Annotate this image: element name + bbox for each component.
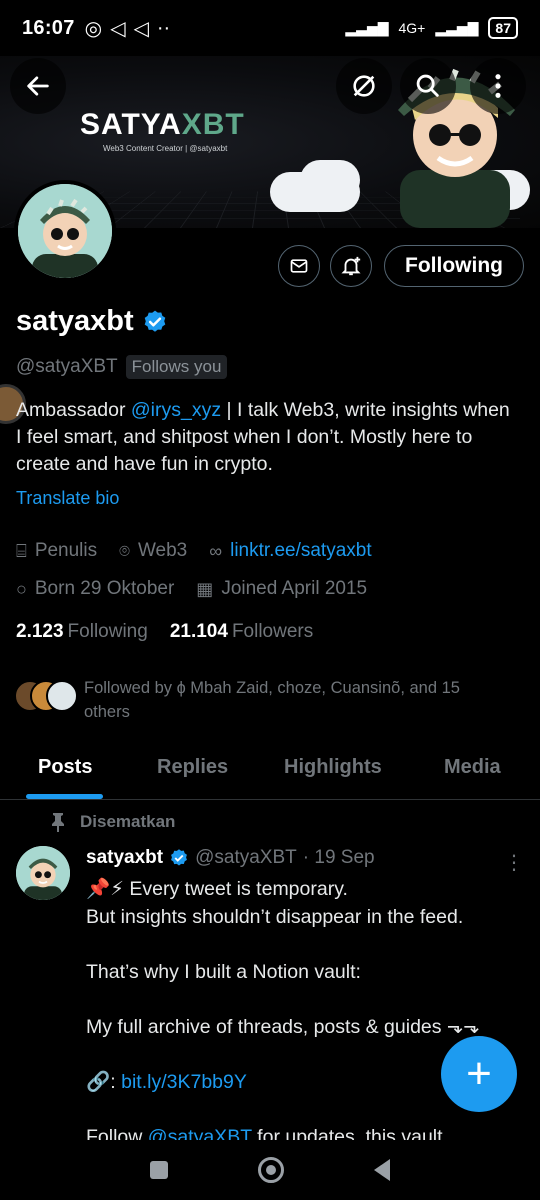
grok-button[interactable] — [336, 58, 392, 114]
bell-plus-icon — [341, 256, 361, 276]
post-line: But insights shouldn’t disappear in the … — [86, 905, 464, 928]
bio-mention-link[interactable]: @irys_xyz — [131, 399, 221, 421]
link-emoji: 🔗: — [86, 1070, 122, 1093]
signal-icon: ▂▃▅▇ — [345, 19, 389, 36]
profile-tabs: Posts Replies Highlights Media — [0, 740, 540, 800]
calendar-icon: ▦ — [196, 578, 214, 599]
tab-replies[interactable]: Replies — [157, 756, 228, 779]
follows-you-badge: Follows you — [125, 355, 228, 379]
verified-badge-icon — [171, 849, 188, 866]
post-author-name[interactable]: satyaxbt — [86, 847, 163, 869]
search-icon — [416, 74, 439, 97]
profile-meta-row-1: ⌸ Penulis ⌾ Web3 ∞ linktr.ee/satyaxbt — [16, 540, 372, 562]
banner-brand: SATYAXBT — [80, 108, 245, 141]
avatar-illustration — [18, 184, 112, 278]
followed-by-text[interactable]: Followed by ɸ Mbah Zaid, choze, Cuansinõ… — [84, 676, 504, 724]
notification-icons: ◎ ◁ ◁ ·· — [85, 16, 171, 41]
display-name: satyaxbt — [16, 305, 134, 337]
home-button[interactable] — [258, 1157, 284, 1183]
status-bar: 16:07 ◎ ◁ ◁ ·· ▂▃▅▇ 4G+ ▂▃▅▇ 87 — [0, 0, 540, 56]
tab-media[interactable]: Media — [444, 756, 501, 779]
system-nav-bar — [0, 1140, 540, 1200]
following-button[interactable]: Following — [384, 245, 524, 287]
post-line: 📌⚡ Every tweet is temporary. — [86, 878, 348, 900]
post-author-handle: @satyaXBT — [195, 847, 297, 868]
post-line: My full archive of threads, posts & guid… — [86, 1015, 480, 1038]
avatar-illustration — [16, 846, 70, 900]
tab-posts[interactable]: Posts — [38, 756, 92, 779]
post-line: That’s why I built a Notion vault: — [86, 960, 361, 983]
mail-icon — [290, 259, 308, 273]
telegram-icon: ◁ — [110, 17, 126, 40]
briefcase-icon: ⌸ — [16, 540, 27, 561]
telegram-icon: ◁ — [133, 17, 149, 40]
display-name-row: satyaxbt — [16, 305, 168, 338]
post-date: · 19 Sep — [302, 847, 375, 868]
link-icon: ∞ — [209, 540, 223, 561]
profile-joined: Joined April 2015 — [221, 578, 368, 599]
more-vertical-icon — [495, 74, 501, 98]
status-time: 16:07 — [22, 16, 75, 39]
active-tab-indicator — [26, 794, 103, 799]
follower-avatar — [46, 680, 78, 712]
handle: @satyaXBT — [16, 356, 118, 377]
pinned-label-row: Disematkan — [50, 812, 175, 832]
profile-website-link[interactable]: linktr.ee/satyaxbt — [230, 540, 372, 562]
recents-button[interactable] — [150, 1161, 168, 1179]
plus-icon: + — [466, 1049, 492, 1098]
handle-row: @satyaXBT Follows you — [16, 355, 228, 379]
banner-subtitle: Web3 Content Creator | @satyaxbt — [103, 144, 228, 153]
translate-bio-link[interactable]: Translate bio — [16, 488, 119, 509]
network-type: 4G+ — [398, 20, 426, 36]
pinned-label: Disematkan — [80, 812, 176, 831]
balloon-icon: ○ — [16, 578, 27, 599]
battery-indicator: 87 — [488, 17, 518, 39]
following-stat[interactable]: 2.123 Following — [16, 621, 148, 643]
post-body[interactable]: 📌⚡ Every tweet is temporary. But insight… — [86, 876, 516, 1151]
tab-highlights[interactable]: Highlights — [284, 756, 382, 779]
followers-stat[interactable]: 21.104 Followers — [170, 621, 313, 643]
search-button[interactable] — [400, 58, 456, 114]
pin-icon — [52, 813, 64, 832]
profile-bio: Ambassador @irys_xyz | I talk Web3, writ… — [16, 399, 510, 475]
location-pin-icon: ⌾ — [119, 540, 130, 561]
compose-post-button[interactable]: + — [441, 1036, 517, 1112]
back-button[interactable] — [10, 58, 66, 114]
post-author-avatar[interactable] — [16, 846, 70, 900]
slash-circle-icon — [353, 75, 375, 97]
cloud-shape — [300, 160, 360, 200]
profile-category: Penulis — [34, 540, 98, 561]
profile-location: Web3 — [137, 540, 188, 561]
whatsapp-icon: ◎ — [84, 17, 103, 40]
post-link[interactable]: bit.ly/3K7bb9Y — [121, 1071, 247, 1093]
follow-stats: 2.123 Following 21.104 Followers — [16, 621, 313, 643]
profile-birthday: Born 29 Oktober — [34, 578, 175, 599]
more-options-button[interactable] — [470, 58, 526, 114]
profile-meta-row-2: ○ Born 29 Oktober ▦ Joined April 2015 — [16, 578, 367, 600]
verified-badge-icon[interactable] — [142, 309, 168, 335]
arrow-left-icon — [27, 76, 49, 96]
message-button[interactable] — [278, 245, 320, 287]
notify-button[interactable] — [330, 245, 372, 287]
profile-avatar[interactable] — [14, 180, 116, 282]
signal-icon: ▂▃▅▇ — [435, 19, 479, 36]
post-header: satyaxbt @satyaXBT · 19 Sep — [86, 847, 375, 869]
post-more-icon[interactable]: ⋮ — [504, 850, 524, 875]
back-nav-button[interactable] — [374, 1159, 390, 1181]
more-dots-icon: ·· — [156, 16, 171, 39]
